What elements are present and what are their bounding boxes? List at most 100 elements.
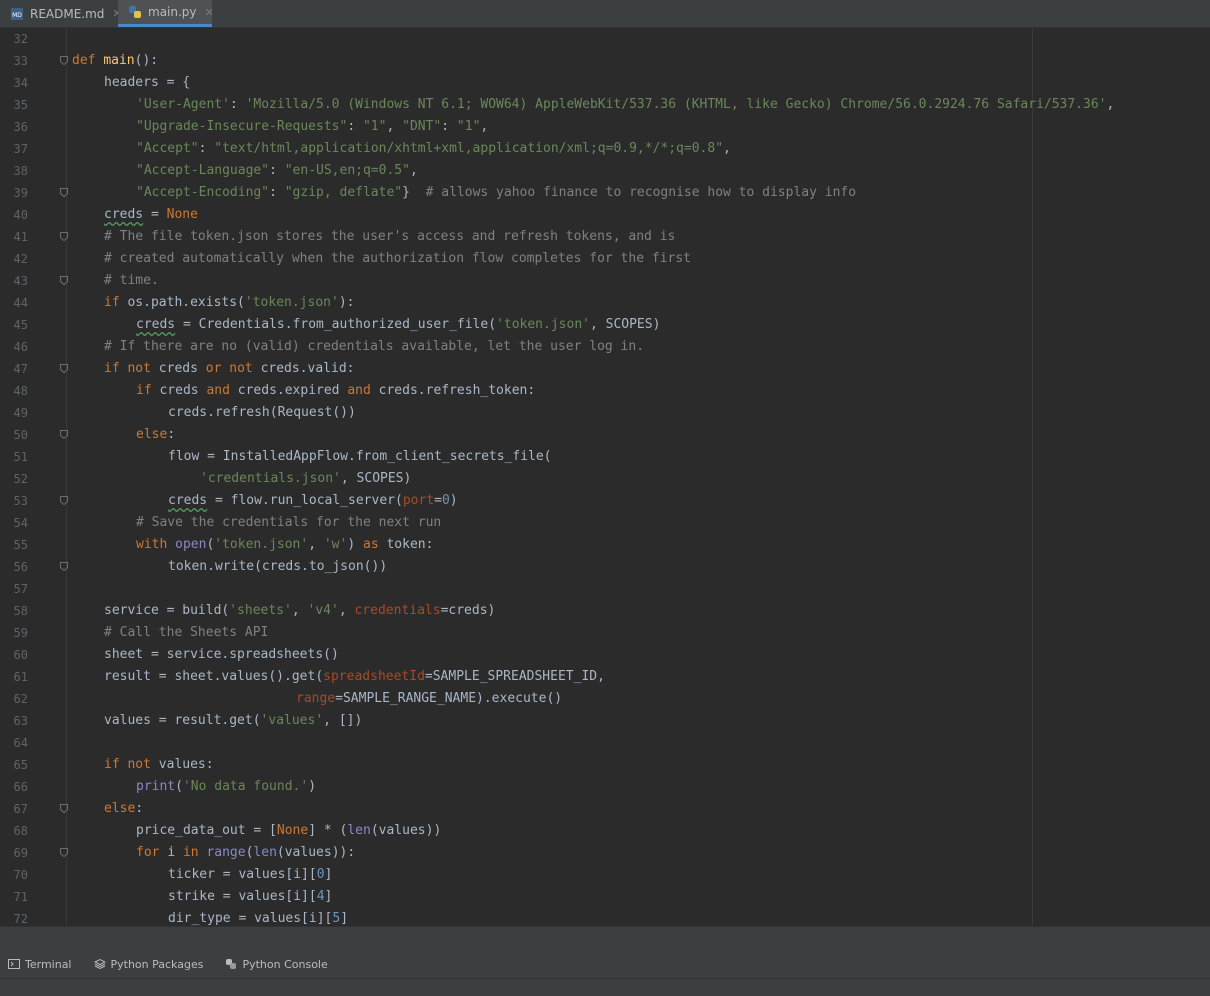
code-text: token.write(creds.to_json()) [168,559,388,574]
svg-text:MD: MD [12,12,22,19]
code-line[interactable]: 71 strike = values[i][4] [0,886,1210,908]
code-line[interactable]: 53 creds = flow.run_local_server(port=0) [0,490,1210,512]
line-number: 37 [13,142,28,156]
code-line[interactable]: 39 "Accept-Encoding": "gzip, deflate"} # … [0,182,1210,204]
code-line[interactable]: 62 range=SAMPLE_RANGE_NAME).execute() [0,688,1210,710]
code-line[interactable]: 72 dir_type = values[i][5] [0,908,1210,926]
code-text: else: [104,801,144,816]
line-number: 60 [13,648,28,662]
code-text: creds = None [104,207,198,222]
line-number: 33 [13,54,28,68]
code-editor[interactable]: 32 33 def main(): 34 headers = {35 'User-Agen… [0,28,1210,926]
code-line[interactable]: 70 ticker = values[i][0] [0,864,1210,886]
code-line[interactable]: 41 # The file token.json stores the user'… [0,226,1210,248]
line-number: 40 [13,208,28,222]
code-text: else: [136,427,176,442]
code-line[interactable]: 44 if os.path.exists('token.json'): [0,292,1210,314]
code-text: # time. [104,273,159,288]
code-text: price_data_out = [None] * (len(values)) [136,823,442,838]
line-number: 63 [13,714,28,728]
code-line[interactable]: 64 [0,732,1210,754]
line-number: 57 [13,582,28,596]
code-line[interactable]: 56 token.write(creds.to_json()) [0,556,1210,578]
code-line[interactable]: 34 headers = { [0,72,1210,94]
code-line[interactable]: 40 creds = None [0,204,1210,226]
code-line[interactable]: 36 "Upgrade-Insecure-Requests": "1", "DNT… [0,116,1210,138]
fold-marker-icon[interactable] [60,848,68,857]
tab-main-py[interactable]: main.py ✕ [118,0,214,27]
line-number: 53 [13,494,28,508]
line-number: 66 [13,780,28,794]
code-text: flow = InstalledAppFlow.from_client_secr… [168,449,552,464]
code-text: print('No data found.') [136,779,317,794]
tab-label: main.py [148,5,197,19]
code-line[interactable]: 65 if not values: [0,754,1210,776]
line-number: 69 [13,846,28,860]
code-text: creds.refresh(Request()) [168,405,356,420]
code-line[interactable]: 60 sheet = service.spreadsheets() [0,644,1210,666]
code-line[interactable]: 47 if not creds or not creds.valid: [0,358,1210,380]
python-packages-button[interactable]: Python Packages [93,958,203,971]
line-number: 46 [13,340,28,354]
line-number: 55 [13,538,28,552]
fold-marker-icon[interactable] [60,562,68,571]
fold-marker-icon[interactable] [60,232,68,241]
line-number: 56 [13,560,28,574]
code-line[interactable]: 38 "Accept-Language": "en-US,en;q=0.5", [0,160,1210,182]
fold-marker-icon[interactable] [60,804,68,813]
code-line[interactable]: 45 creds = Credentials.from_authorized_us… [0,314,1210,336]
code-line[interactable]: 33 def main(): [0,50,1210,72]
line-number: 49 [13,406,28,420]
code-line[interactable]: 49 creds.refresh(Request()) [0,402,1210,424]
code-line[interactable]: 54 # Save the credentials for the next ru… [0,512,1210,534]
line-number: 41 [13,230,28,244]
code-line[interactable]: 42 # created automatically when the autho… [0,248,1210,270]
code-line[interactable]: 58 service = build('sheets', 'v4', creden… [0,600,1210,622]
code-line[interactable]: 61 result = sheet.values().get(spreadshee… [0,666,1210,688]
code-text: "Accept-Language": "en-US,en;q=0.5", [136,163,418,178]
line-number: 32 [13,32,28,46]
line-number: 48 [13,384,28,398]
editor-tab-bar: MD README.md ✕ main.py ✕ [0,0,1210,28]
code-line[interactable]: 51 flow = InstalledAppFlow.from_client_se… [0,446,1210,468]
code-line[interactable]: 35 'User-Agent': 'Mozilla/5.0 (Windows NT… [0,94,1210,116]
code-line[interactable]: 43 # time. [0,270,1210,292]
code-line[interactable]: 59 # Call the Sheets API [0,622,1210,644]
fold-marker-icon[interactable] [60,188,68,197]
line-number: 71 [13,890,28,904]
fold-marker-icon[interactable] [60,364,68,373]
code-line[interactable]: 46 # If there are no (valid) credentials … [0,336,1210,358]
terminal-button[interactable]: Terminal [8,958,72,971]
line-number: 64 [13,736,28,750]
code-line[interactable]: 68 price_data_out = [None] * (len(values)… [0,820,1210,842]
code-line[interactable]: 57 [0,578,1210,600]
code-line[interactable]: 69 for i in range(len(values)): [0,842,1210,864]
python-console-label: Python Console [242,957,328,971]
code-line[interactable]: 37 "Accept": "text/html,application/xhtml… [0,138,1210,160]
line-number: 47 [13,362,28,376]
code-line[interactable]: 63 values = result.get('values', []) [0,710,1210,732]
code-text: # created automatically when the authori… [104,251,691,266]
code-line[interactable]: 66 print('No data found.') [0,776,1210,798]
python-console-icon [225,958,237,970]
close-tab-icon[interactable]: ✕ [205,6,214,19]
line-number: 68 [13,824,28,838]
code-text: creds = Credentials.from_authorized_user… [136,317,661,332]
fold-marker-icon[interactable] [60,56,68,65]
code-line[interactable]: 52 'credentials.json', SCOPES) [0,468,1210,490]
code-text: for i in range(len(values)): [136,845,356,860]
fold-marker-icon[interactable] [60,496,68,505]
line-number: 50 [13,428,28,442]
python-console-button[interactable]: Python Console [225,957,328,971]
line-number: 44 [13,296,28,310]
fold-marker-icon[interactable] [60,276,68,285]
code-line[interactable]: 48 if creds and creds.expired and creds.r… [0,380,1210,402]
code-line[interactable]: 67 else: [0,798,1210,820]
code-line[interactable]: 32 [0,28,1210,50]
code-line[interactable]: 55 with open('token.json', 'w') as token: [0,534,1210,556]
tool-window-buttons: Terminal Python Packages Python Console [0,951,342,977]
code-text: service = build('sheets', 'v4', credenti… [104,603,496,618]
code-line[interactable]: 50 else: [0,424,1210,446]
tab-readme[interactable]: MD README.md ✕ [0,0,122,27]
fold-marker-icon[interactable] [60,430,68,439]
